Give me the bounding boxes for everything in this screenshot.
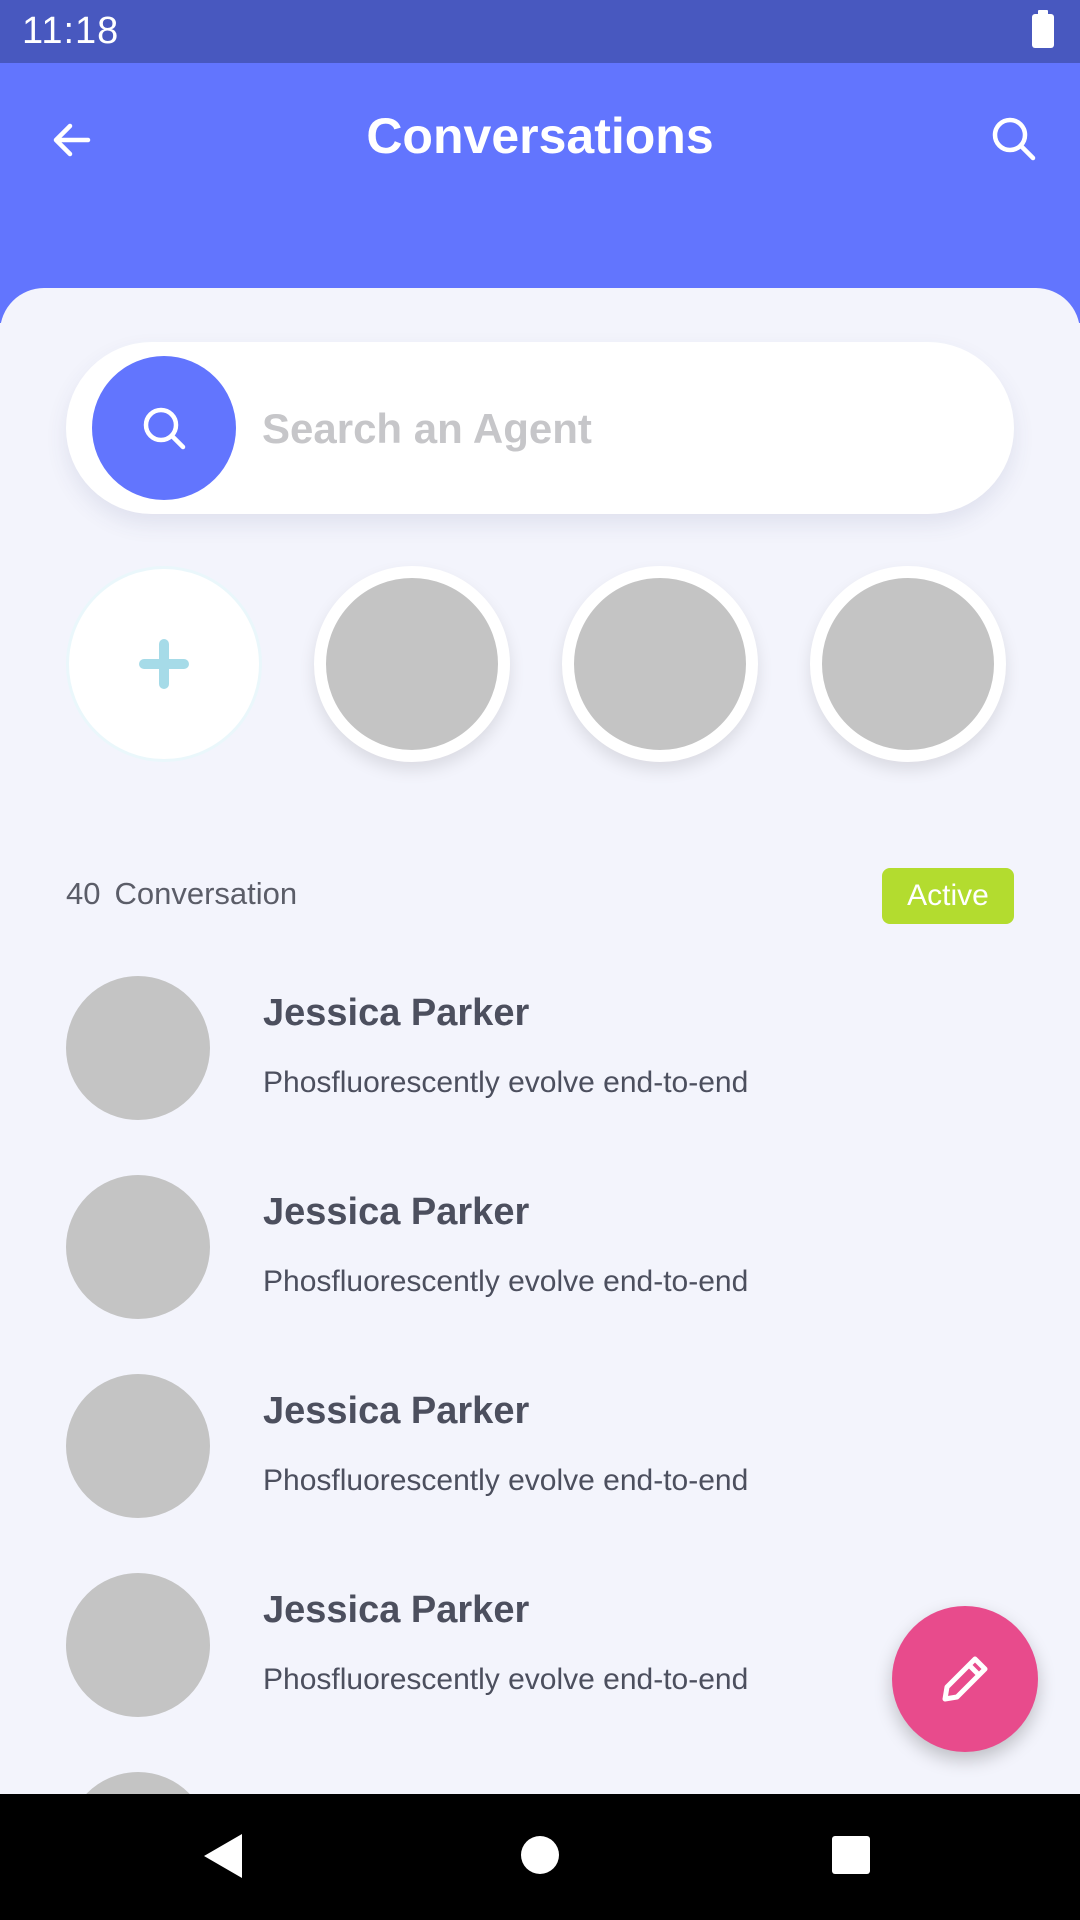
nav-home-icon[interactable] [521,1836,559,1874]
agents-row [66,566,1014,766]
compose-button[interactable] [892,1606,1038,1752]
conversation-name: Jessica Parker [263,1589,530,1631]
avatar [66,1772,210,1794]
conversation-count-number: 40 [66,876,101,911]
status-bar: 11:18 [0,0,1080,63]
conversation-item[interactable] [0,1772,1080,1794]
avatar [66,1573,210,1717]
conversation-message: Phosfluorescently evolve end-to-end [263,1265,749,1298]
agent-avatar[interactable] [562,566,758,762]
nav-recents-icon[interactable] [832,1836,870,1874]
avatar [66,1374,210,1518]
agent-search-button[interactable] [92,356,236,500]
conversation-count: 40 Conversation [66,876,311,912]
agent-search-bar [66,342,1014,514]
pencil-icon [942,1656,988,1702]
nav-back-icon[interactable] [204,1834,242,1878]
app-bar: Conversations [0,63,1080,323]
avatar [66,976,210,1120]
header-search-button[interactable] [982,107,1046,171]
conversation-message: Phosfluorescently evolve end-to-end [263,1464,749,1497]
agent-avatar[interactable] [810,566,1006,762]
conversation-message: Phosfluorescently evolve end-to-end [263,1066,749,1099]
agent-search-input[interactable] [262,394,962,464]
battery-icon [1032,10,1054,48]
plus-icon [139,639,189,689]
avatar [66,1175,210,1319]
conversation-item[interactable]: Jessica Parker Phosfluorescently evolve … [0,1374,1080,1574]
status-time: 11:18 [22,10,120,52]
search-icon [992,117,1036,161]
agent-avatar[interactable] [314,566,510,762]
conversation-name: Jessica Parker [263,1390,530,1432]
page-title: Conversations [366,108,714,164]
conversation-name: Jessica Parker [263,1191,530,1233]
status-badge[interactable]: Active [882,868,1014,924]
conversation-message: Phosfluorescently evolve end-to-end [263,1663,749,1696]
add-agent-button[interactable] [66,566,262,762]
conversation-item[interactable]: Jessica Parker Phosfluorescently evolve … [0,1175,1080,1375]
main-content: 40 Conversation Active Jessica Parker Pho… [0,288,1080,1794]
conversation-item[interactable]: Jessica Parker Phosfluorescently evolve … [0,976,1080,1176]
search-icon [143,407,186,450]
system-nav-bar [0,1794,1080,1920]
conversation-name: Jessica Parker [263,992,530,1034]
conversation-count-label: Conversation [114,876,298,911]
